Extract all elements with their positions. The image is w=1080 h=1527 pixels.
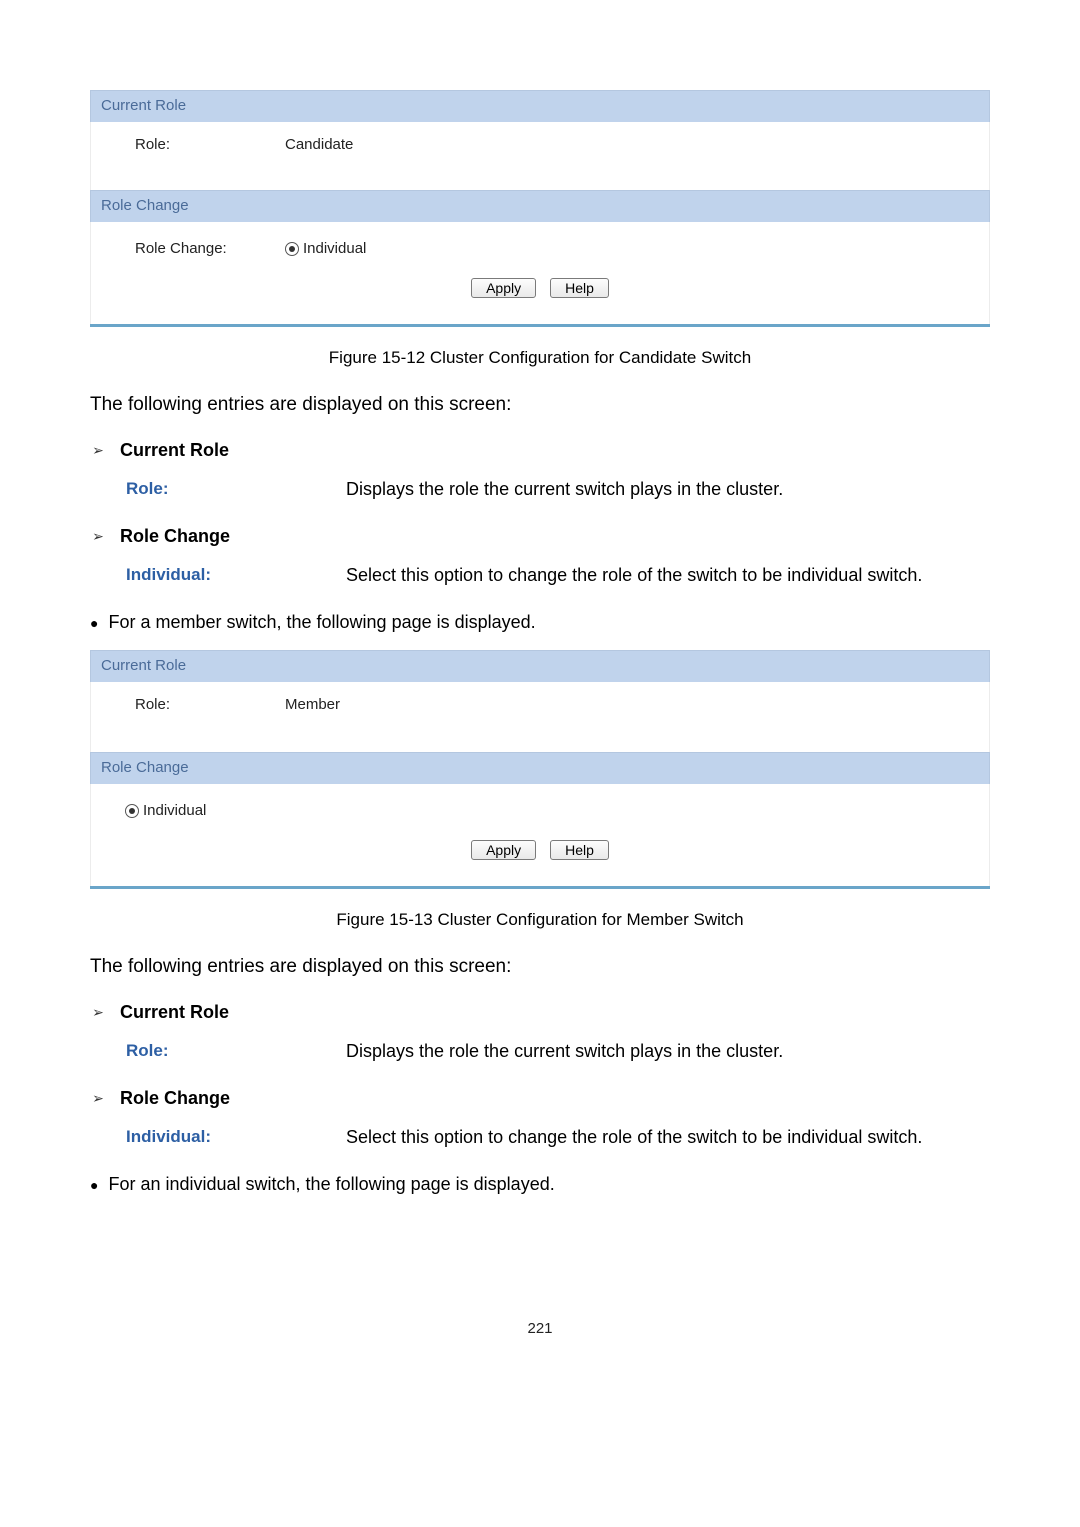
- section-header-role-change: Role Change: [90, 752, 990, 784]
- radio-icon: [125, 804, 139, 818]
- radio-label-text: Individual: [143, 800, 206, 823]
- page-number: 221: [90, 1318, 990, 1341]
- bullet-icon: ●: [90, 609, 98, 634]
- apply-button[interactable]: Apply: [471, 840, 536, 860]
- definition-role-2: Role: Displays the role the current swit…: [126, 1038, 990, 1065]
- help-button[interactable]: Help: [550, 840, 609, 860]
- definition-role-1: Role: Displays the role the current swit…: [126, 476, 990, 503]
- bullet-individual-switch: ● For an individual switch, the followin…: [90, 1171, 990, 1198]
- member-config-panel: Current Role Role: Member Role Change In…: [90, 650, 990, 889]
- section-header-current-role: Current Role: [90, 650, 990, 682]
- bullet-member-switch: ● For a member switch, the following pag…: [90, 609, 990, 636]
- candidate-config-panel: Current Role Role: Candidate Role Change…: [90, 90, 990, 327]
- heading-current-role-2: ➢ Current Role: [90, 999, 990, 1026]
- heading-role-change-1: ➢ Role Change: [90, 523, 990, 550]
- section-body-current-role: Role: Member: [90, 682, 990, 753]
- heading-current-role-1: ➢ Current Role: [90, 437, 990, 464]
- individual-radio[interactable]: Individual: [285, 238, 366, 261]
- arrow-icon: ➢: [90, 1002, 106, 1023]
- section-body-role-change: Role Change: Individual Apply Help: [90, 222, 990, 325]
- radio-icon: [285, 242, 299, 256]
- individual-radio[interactable]: Individual: [125, 800, 206, 823]
- heading-role-change-2: ➢ Role Change: [90, 1085, 990, 1112]
- section-body-role-change: Individual Apply Help: [90, 784, 990, 887]
- apply-button[interactable]: Apply: [471, 278, 536, 298]
- figure-caption-2: Figure 15-13 Cluster Configuration for M…: [90, 907, 990, 933]
- role-label: Role:: [135, 694, 285, 717]
- definition-individual-2: Individual: Select this option to change…: [126, 1124, 990, 1151]
- intro-text-1: The following entries are displayed on t…: [90, 391, 990, 420]
- section-header-current-role: Current Role: [90, 90, 990, 122]
- arrow-icon: ➢: [90, 440, 106, 461]
- role-value: Candidate: [285, 134, 353, 157]
- bullet-icon: ●: [90, 1171, 98, 1196]
- arrow-icon: ➢: [90, 526, 106, 547]
- intro-text-2: The following entries are displayed on t…: [90, 953, 990, 982]
- role-change-label: Role Change:: [135, 238, 285, 261]
- radio-label-text: Individual: [303, 238, 366, 261]
- help-button[interactable]: Help: [550, 278, 609, 298]
- definition-individual-1: Individual: Select this option to change…: [126, 562, 990, 589]
- section-header-role-change: Role Change: [90, 190, 990, 222]
- role-label: Role:: [135, 134, 285, 157]
- role-value: Member: [285, 694, 340, 717]
- figure-caption-1: Figure 15-12 Cluster Configuration for C…: [90, 345, 990, 371]
- section-body-current-role: Role: Candidate: [90, 122, 990, 191]
- arrow-icon: ➢: [90, 1088, 106, 1109]
